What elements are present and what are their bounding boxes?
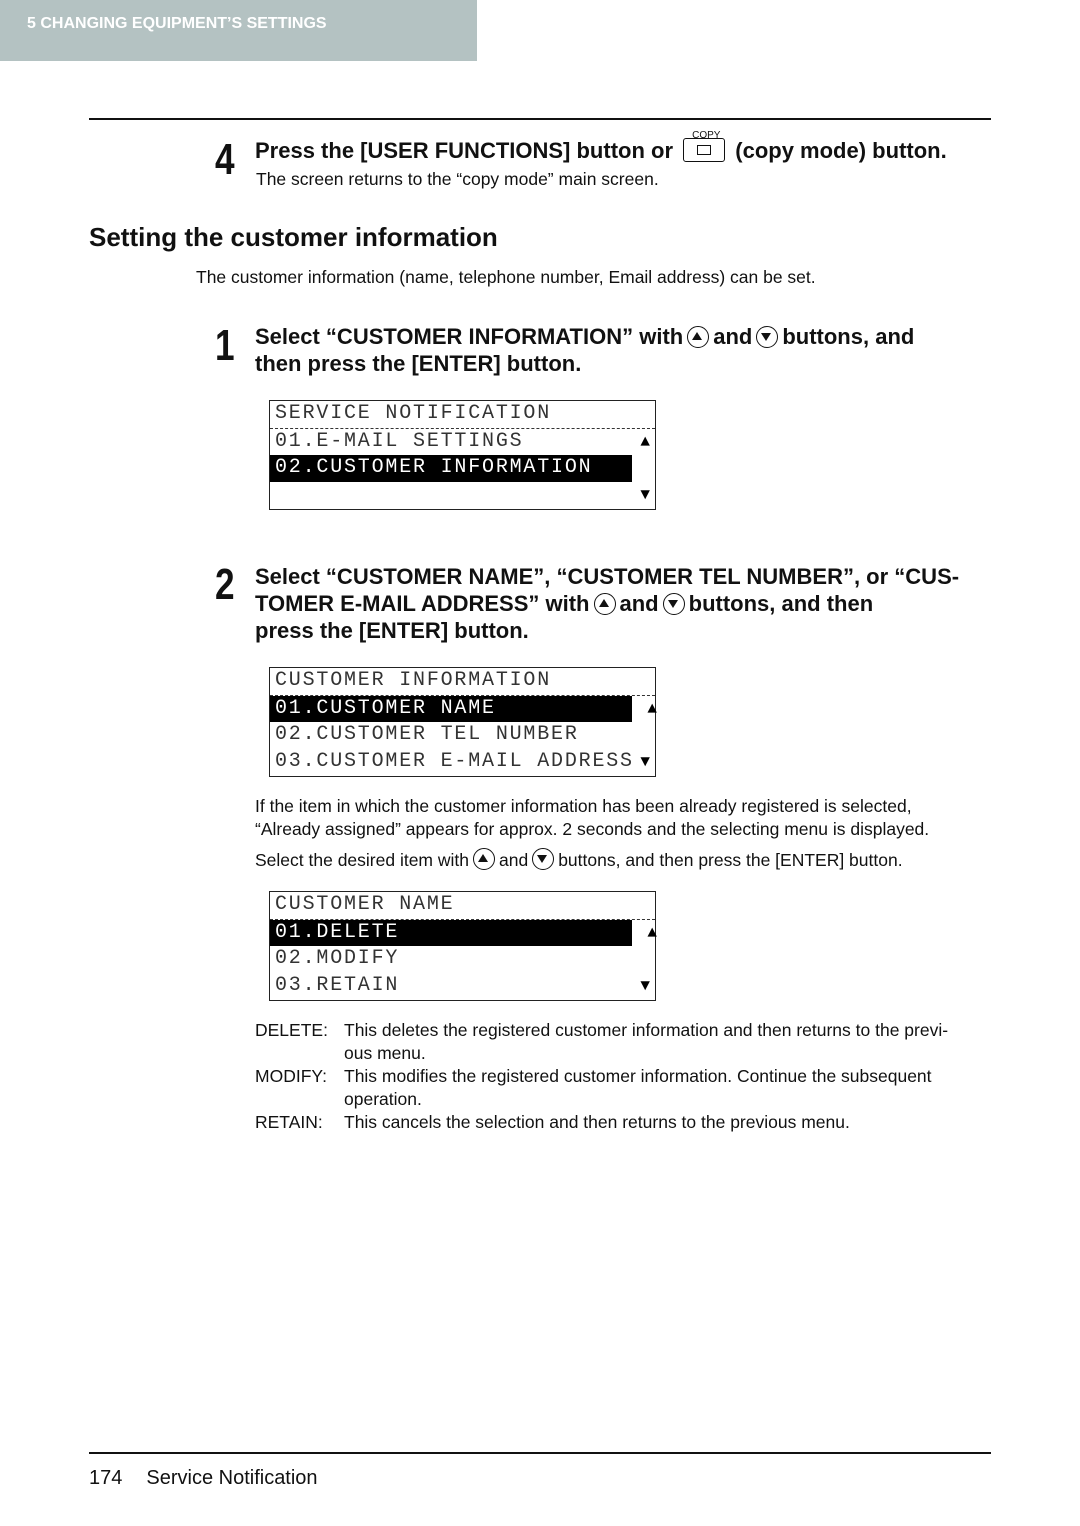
copy-mode-button-icon: COPY	[683, 130, 726, 162]
note-text: buttons, and then press the [ENTER] butt…	[558, 850, 903, 870]
lcd-row-text: 01.E-MAIL SETTINGS	[275, 429, 524, 453]
and-text: and	[619, 591, 659, 616]
footer: 174 Service Notification	[89, 1467, 318, 1490]
up-button-icon	[473, 848, 495, 870]
lcd-title: CUSTOMER NAME	[270, 892, 655, 920]
step-title-text: buttons, and then	[688, 591, 874, 616]
and-text: and	[499, 850, 529, 870]
description: This modifies the registered customer in…	[344, 1065, 948, 1111]
step-number: 2	[215, 560, 235, 609]
down-button-icon	[756, 326, 779, 348]
note: If the item in which the customer inform…	[255, 795, 929, 872]
step-title-text: then press the [ENTER] button.	[255, 351, 582, 376]
divider	[89, 118, 991, 120]
section-intro: The customer information (name, telephon…	[196, 267, 816, 287]
step-number: 1	[215, 321, 235, 370]
lcd-row-text: 01.CUSTOMER NAME	[275, 696, 496, 720]
description: This deletes the registered customer inf…	[344, 1019, 948, 1065]
scroll-up-icon: ▲	[647, 923, 657, 942]
step-title-text: press the [ENTER] button.	[255, 618, 529, 643]
lcd-row-text: 01.DELETE	[275, 920, 400, 944]
term: RETAIN:	[255, 1112, 323, 1132]
term: DELETE:	[255, 1020, 328, 1040]
scroll-down-icon: ▼	[640, 977, 650, 996]
scroll-up-icon: ▲	[647, 699, 657, 718]
step-title: Select “CUSTOMER INFORMATION” with and but…	[255, 323, 914, 377]
description: This cancels the selection and then retu…	[344, 1112, 850, 1132]
page-number: 174	[89, 1467, 123, 1489]
lcd-row-text: 03.CUSTOMER E-MAIL ADDRESS	[275, 750, 634, 774]
note-text: “Already assigned” appears for approx. 2…	[255, 819, 930, 839]
lcd-row-selected: 02.CUSTOMER INFORMATION	[270, 455, 632, 483]
step-number: 4	[215, 135, 235, 184]
description-text: This modifies the registered customer in…	[344, 1066, 932, 1086]
lcd-screen: SERVICE NOTIFICATION 01.E-MAIL SETTINGS ▲…	[269, 400, 656, 510]
description-text: ous menu.	[344, 1043, 426, 1063]
definition-row: MODIFY: This modifies the registered cust…	[255, 1065, 948, 1111]
note-text: If the item in which the customer inform…	[255, 796, 912, 816]
scroll-down-icon: ▼	[640, 753, 650, 772]
step-text: The screen returns to the “copy mode” ma…	[256, 169, 659, 189]
step-title-text: Select “CUSTOMER NAME”, “CUSTOMER TEL NU…	[255, 564, 960, 589]
description-text: operation.	[344, 1089, 422, 1109]
definition-row: RETAIN: This cancels the selection and th…	[255, 1111, 948, 1134]
definitions: DELETE: This deletes the registered custo…	[255, 1019, 948, 1134]
step-title-text: Press the [USER FUNCTIONS] button or	[255, 138, 674, 163]
lcd-row-text: 02.CUSTOMER TEL NUMBER	[275, 723, 579, 747]
term: MODIFY:	[255, 1066, 327, 1086]
definition-row: DELETE: This deletes the registered custo…	[255, 1019, 948, 1065]
step-title-text: Select “CUSTOMER INFORMATION” with	[255, 324, 684, 349]
lcd-row: 03.RETAIN ▼	[270, 973, 655, 1000]
lcd-screen: CUSTOMER NAME 01.DELETE ▲ 02.MODIFY 03.RE…	[269, 891, 657, 1001]
lcd-title: SERVICE NOTIFICATION	[270, 401, 655, 429]
lcd-screen: CUSTOMER INFORMATION 01.CUSTOMER NAME ▲ 0…	[269, 667, 657, 777]
chapter-header: 5 CHANGING EQUIPMENT’S SETTINGS	[0, 0, 477, 61]
chapter-title: 5 CHANGING EQUIPMENT’S SETTINGS	[27, 15, 327, 32]
and-text: and	[713, 324, 753, 349]
lcd-title: CUSTOMER INFORMATION	[270, 668, 655, 696]
lcd-row-selected: 01.DELETE ▲	[270, 919, 657, 947]
step-title-text: (copy mode) button.	[735, 138, 947, 163]
up-button-icon	[687, 326, 710, 348]
lcd-row-text: 02.MODIFY	[275, 947, 400, 971]
scroll-down-icon: ▼	[640, 486, 650, 505]
lcd-row: ▼	[270, 482, 655, 509]
note-text: Select the desired item with	[255, 850, 469, 870]
section-title: Setting the customer information	[89, 222, 498, 252]
up-button-icon	[593, 593, 616, 615]
footer-divider	[89, 1452, 991, 1454]
lcd-row-selected: 01.CUSTOMER NAME ▲	[270, 695, 657, 723]
footer-title: Service Notification	[146, 1467, 318, 1489]
lcd-row: 03.CUSTOMER E-MAIL ADDRESS ▼	[270, 749, 655, 776]
lcd-row: 02.CUSTOMER TEL NUMBER	[270, 722, 655, 749]
lcd-row-text: 02.CUSTOMER INFORMATION	[275, 456, 593, 480]
lcd-row: 02.MODIFY	[270, 946, 655, 973]
down-button-icon	[532, 848, 555, 870]
step-title: Select “CUSTOMER NAME”, “CUSTOMER TEL NU…	[255, 563, 959, 644]
page: { "header":{"chapter":"5 CHANGING EQUIPM…	[0, 0, 1080, 1526]
step-title: Press the [USER FUNCTIONS] button or COP…	[255, 130, 947, 164]
down-button-icon	[662, 593, 685, 615]
step-title-text: buttons, and	[782, 324, 915, 349]
copy-label: COPY	[692, 130, 721, 141]
lcd-row: 01.E-MAIL SETTINGS ▲	[270, 429, 655, 456]
description-text: This deletes the registered customer inf…	[344, 1020, 949, 1040]
lcd-row-text: 03.RETAIN	[275, 974, 400, 998]
scroll-up-icon: ▲	[640, 432, 650, 451]
step-title-text: TOMER E-MAIL ADDRESS” with	[255, 591, 590, 616]
